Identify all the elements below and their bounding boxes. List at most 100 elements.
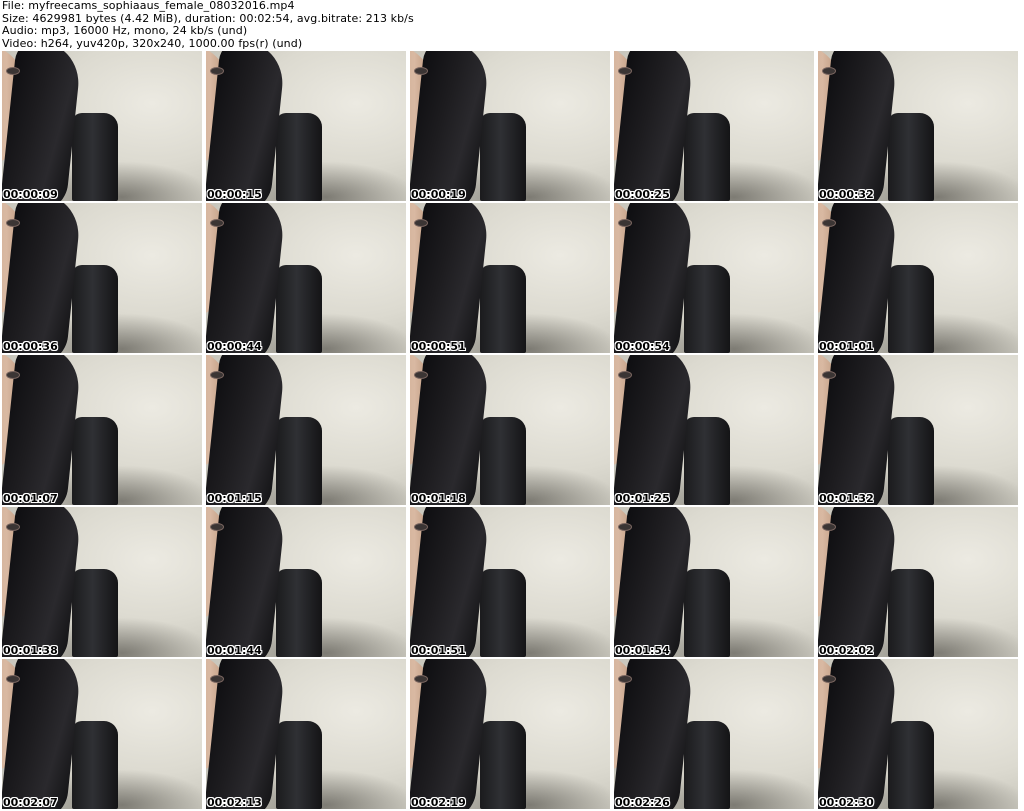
file-name-line: File: myfreecams_sophiaaus_female_080320… (2, 0, 295, 12)
thumbnail-timestamp: 00:00:44 (207, 340, 262, 353)
frame-eye (6, 371, 20, 379)
frame-chair (480, 721, 526, 809)
frame-chair (72, 721, 118, 809)
frame-eye (618, 675, 632, 683)
thumbnail-frame: 00:00:15 (206, 51, 406, 201)
thumbnail-timestamp: 00:01:32 (819, 492, 874, 505)
file-info-header: File: myfreecams_sophiaaus_female_080320… (2, 0, 1020, 50)
thumbnail-frame: 00:00:09 (2, 51, 202, 201)
thumbnail-timestamp: 00:01:44 (207, 644, 262, 657)
thumbnail-grid: 00:00:09 00:00:15 00:00:19 00:00:25 00:00:32… (2, 51, 1018, 809)
frame-chair (684, 569, 730, 657)
frame-chair (72, 417, 118, 505)
thumbnail-timestamp: 00:02:19 (411, 796, 466, 809)
frame-eye (618, 67, 632, 75)
frame-eye (618, 523, 632, 531)
thumbnail-timestamp: 00:02:26 (615, 796, 670, 809)
frame-chair (888, 417, 934, 505)
frame-eye (618, 371, 632, 379)
frame-eye (6, 67, 20, 75)
thumbnail-timestamp: 00:00:25 (615, 188, 670, 201)
frame-eye (414, 219, 428, 227)
frame-chair (276, 569, 322, 657)
thumbnail-timestamp: 00:02:07 (3, 796, 58, 809)
thumbnail-timestamp: 00:01:01 (819, 340, 874, 353)
frame-chair (480, 113, 526, 201)
frame-chair (480, 417, 526, 505)
frame-eye (210, 219, 224, 227)
thumbnail-timestamp: 00:02:02 (819, 644, 874, 657)
thumbnail-frame: 00:00:54 (614, 203, 814, 353)
thumbnail-frame: 00:02:07 (2, 659, 202, 809)
thumbnail-frame: 00:00:44 (206, 203, 406, 353)
thumbnail-frame: 00:01:25 (614, 355, 814, 505)
thumbnail-timestamp: 00:00:15 (207, 188, 262, 201)
thumbnail-frame: 00:02:13 (206, 659, 406, 809)
frame-chair (72, 265, 118, 353)
audio-info-line: Audio: mp3, 16000 Hz, mono, 24 kb/s (und… (2, 24, 248, 37)
thumbnail-frame: 00:00:32 (818, 51, 1018, 201)
thumbnail-frame: 00:01:15 (206, 355, 406, 505)
frame-eye (210, 67, 224, 75)
frame-eye (822, 675, 836, 683)
thumbnail-frame: 00:02:26 (614, 659, 814, 809)
frame-chair (276, 265, 322, 353)
frame-chair (888, 113, 934, 201)
thumbnail-timestamp: 00:02:30 (819, 796, 874, 809)
frame-chair (684, 721, 730, 809)
thumbnail-frame: 00:01:38 (2, 507, 202, 657)
thumbnail-timestamp: 00:01:15 (207, 492, 262, 505)
thumbnail-frame: 00:01:51 (410, 507, 610, 657)
thumbnail-frame: 00:01:32 (818, 355, 1018, 505)
frame-chair (480, 569, 526, 657)
frame-eye (414, 675, 428, 683)
frame-chair (888, 265, 934, 353)
frame-eye (6, 675, 20, 683)
frame-chair (684, 113, 730, 201)
frame-chair (72, 569, 118, 657)
thumbnail-frame: 00:01:54 (614, 507, 814, 657)
thumbnail-timestamp: 00:01:18 (411, 492, 466, 505)
thumbnail-frame: 00:01:18 (410, 355, 610, 505)
thumbnail-frame: 00:00:19 (410, 51, 610, 201)
frame-chair (276, 113, 322, 201)
thumbnail-timestamp: 00:00:36 (3, 340, 58, 353)
thumbnail-frame: 00:02:19 (410, 659, 610, 809)
frame-eye (6, 523, 20, 531)
frame-chair (888, 721, 934, 809)
frame-eye (822, 371, 836, 379)
frame-eye (414, 523, 428, 531)
thumbnail-frame: 00:01:44 (206, 507, 406, 657)
frame-eye (414, 371, 428, 379)
frame-eye (822, 523, 836, 531)
frame-chair (684, 265, 730, 353)
frame-eye (822, 219, 836, 227)
thumbnail-timestamp: 00:01:51 (411, 644, 466, 657)
frame-eye (210, 371, 224, 379)
frame-eye (210, 675, 224, 683)
thumbnail-timestamp: 00:01:54 (615, 644, 670, 657)
thumbnail-timestamp: 00:00:09 (3, 188, 58, 201)
thumbnail-frame: 00:01:07 (2, 355, 202, 505)
video-info-line: Video: h264, yuv420p, 320x240, 1000.00 f… (2, 36, 303, 50)
thumbnail-frame: 00:01:01 (818, 203, 1018, 353)
thumbnail-timestamp: 00:00:19 (411, 188, 466, 201)
thumbnail-timestamp: 00:00:32 (819, 188, 874, 201)
thumbnail-timestamp: 00:00:54 (615, 340, 670, 353)
frame-chair (888, 569, 934, 657)
thumbnail-timestamp: 00:00:51 (411, 340, 466, 353)
thumbnail-frame: 00:00:25 (614, 51, 814, 201)
frame-chair (276, 721, 322, 809)
frame-eye (618, 219, 632, 227)
frame-chair (72, 113, 118, 201)
frame-eye (6, 219, 20, 227)
thumbnail-frame: 00:00:36 (2, 203, 202, 353)
frame-chair (684, 417, 730, 505)
frame-eye (822, 67, 836, 75)
thumbnail-frame: 00:00:51 (410, 203, 610, 353)
thumbnail-frame: 00:02:02 (818, 507, 1018, 657)
thumbnail-timestamp: 00:01:38 (3, 644, 58, 657)
frame-eye (210, 523, 224, 531)
thumbnail-timestamp: 00:01:25 (615, 492, 670, 505)
frame-chair (276, 417, 322, 505)
